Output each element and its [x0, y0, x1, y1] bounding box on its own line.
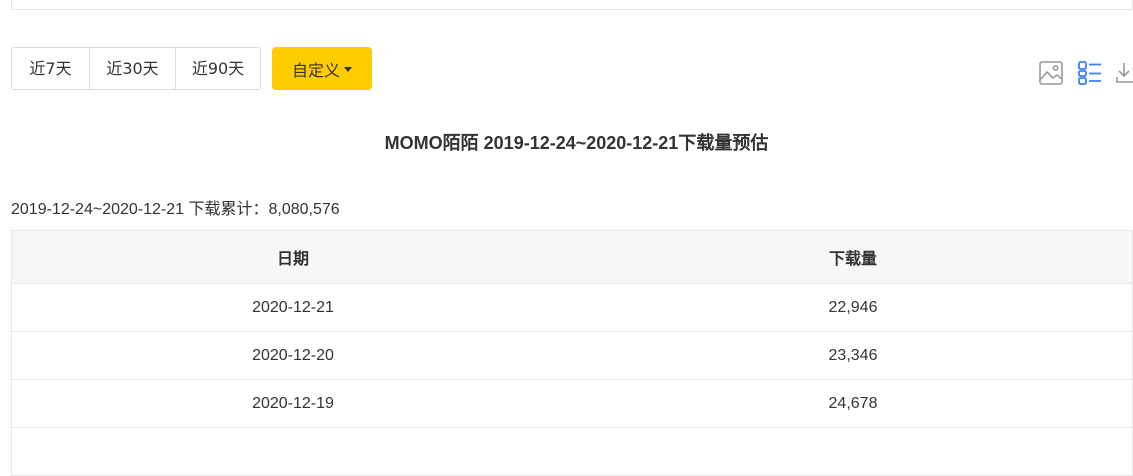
custom-range-button[interactable]: 自定义	[272, 47, 372, 90]
table-row: 2020-12-20 23,346	[11, 331, 1133, 380]
downloads-cell: 24,678	[574, 379, 1133, 428]
table-row	[11, 427, 1133, 476]
download-summary: 2019-12-24~2020-12-21 下载累计：8,080,576	[11, 201, 340, 218]
downloads-cell	[574, 427, 1133, 476]
date-range-group: 近7天 近30天 近90天	[11, 47, 261, 90]
toolbar-icons	[1038, 60, 1133, 86]
date-cell	[11, 427, 574, 476]
table-row: 2020-12-19 24,678	[11, 379, 1133, 428]
download-icon[interactable]	[1115, 60, 1133, 86]
list-view-icon[interactable]	[1077, 60, 1103, 86]
downloads-column-header: 下载量	[574, 230, 1133, 284]
page-title: MOMO陌陌 2019-12-24~2020-12-21下载量预估	[384, 133, 769, 153]
downloads-cell: 22,946	[574, 283, 1133, 332]
downloads-cell: 23,346	[574, 331, 1133, 380]
downloads-table: 日期 下载量 2020-12-21 22,946 2020-12-20 23,3…	[11, 230, 1133, 476]
image-icon[interactable]	[1038, 60, 1064, 86]
custom-range-label: 自定义	[291, 60, 340, 80]
date-cell: 2020-12-20	[11, 331, 574, 380]
date-cell: 2020-12-19	[11, 379, 574, 428]
table-header-row: 日期 下载量	[11, 230, 1133, 284]
caret-down-icon	[344, 67, 352, 72]
date-column-header: 日期	[11, 230, 574, 284]
range-7-days-button[interactable]: 近7天	[12, 48, 89, 89]
previous-card-edge	[11, 0, 1133, 10]
range-90-days-button[interactable]: 近90天	[175, 48, 260, 89]
table-row: 2020-12-21 22,946	[11, 283, 1133, 332]
date-cell: 2020-12-21	[11, 283, 574, 332]
range-30-days-button[interactable]: 近30天	[89, 48, 175, 89]
